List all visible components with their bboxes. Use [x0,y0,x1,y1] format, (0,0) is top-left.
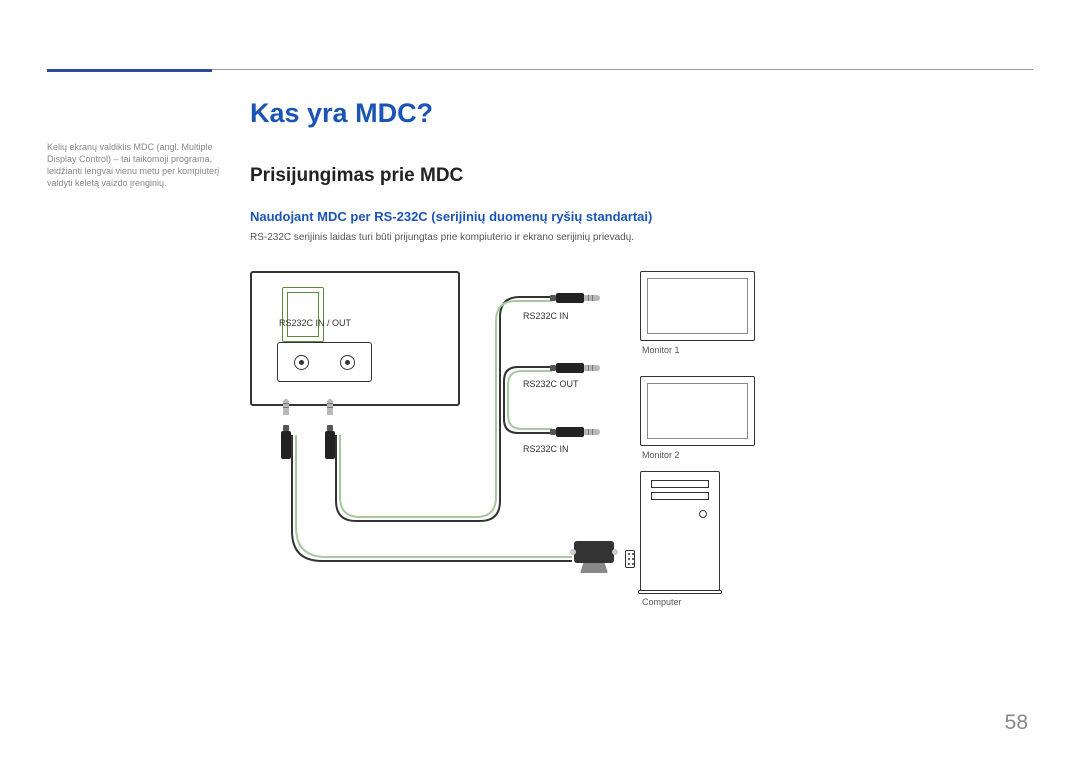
sidebar-note: Kelių ekranų valdiklis MDC (angl. Multip… [47,141,227,190]
monitor-1-label: Monitor 1 [642,345,680,355]
jack-plug-icon [540,362,600,374]
main-content: Kas yra MDC? Prisijungimas prie MDC Naud… [250,98,1020,651]
port-box [277,342,372,382]
jack-plug-icon [280,415,292,475]
jack-plug-icon [540,426,600,438]
accent-rule [47,69,212,72]
monitor-1-icon [640,271,755,341]
monitor-2-icon [640,376,755,446]
port-in-icon [294,355,309,370]
page-number: 58 [1005,711,1028,735]
port-out-icon [340,355,355,370]
connection-diagram: RS232C IN / OUT RS232C IN RS232C OUT [250,261,990,651]
label-rs232c-in2: RS232C IN [523,444,569,454]
monitor-2-label: Monitor 2 [642,450,680,460]
device-back-panel: RS232C IN / OUT [250,271,460,406]
computer-tower-icon [640,471,720,591]
body-paragraph: RS-232C serijinis laidas turi būti priju… [250,232,1020,243]
ports-area: RS232C IN / OUT [257,330,457,380]
page-title: Kas yra MDC? [250,98,1020,129]
port-label-inout: RS232C IN / OUT [279,318,351,328]
jack-plug-icon [540,292,600,304]
vga-connector-icon [570,541,618,571]
label-rs232c-in: RS232C IN [523,311,569,321]
subsection-heading: Naudojant MDC per RS-232C (serijinių duo… [250,209,1020,224]
db9-port-icon [625,550,635,568]
label-rs232c-out: RS232C OUT [523,379,579,389]
jack-plug-icon [324,415,336,475]
section-heading: Prisijungimas prie MDC [250,165,1020,187]
computer-label: Computer [642,597,682,607]
